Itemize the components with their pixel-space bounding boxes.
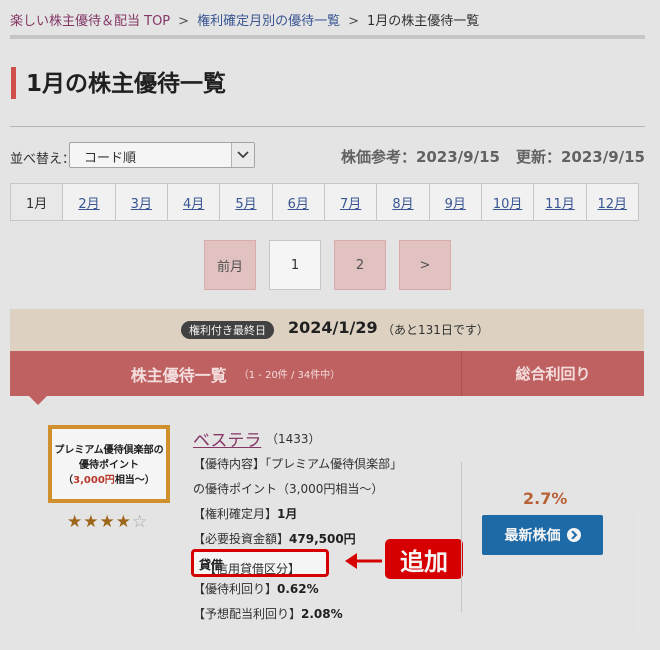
next-page-button[interactable]: > (399, 240, 451, 290)
dividend-yield-label: 【予想配当利回り】 (193, 607, 302, 621)
title-divider (10, 126, 645, 127)
total-yield-column-header[interactable]: 総合利回り (462, 351, 644, 396)
thumb-line-3: （3,000円相当～） (52, 473, 166, 488)
credit-classification-highlight: 【信用貸借区分】 貸借 (191, 549, 329, 577)
list-header-title: 株主優待一覧 (130, 365, 227, 385)
price-reference-date: 株価参考：2023/9/15 (340, 148, 500, 166)
sort-label: 並べ替え： (10, 152, 76, 167)
tab-month-9[interactable]: 9月 (428, 184, 481, 220)
breadcrumb-divider (10, 35, 645, 39)
thumb-paren-close: 相当～） (114, 475, 155, 486)
tab-month-5[interactable]: 5月 (219, 184, 272, 220)
total-yield-value: 2.7% (523, 489, 568, 508)
updated-date: 更新：2023/9/15 (515, 148, 645, 166)
tab-month-11[interactable]: 11月 (533, 184, 586, 220)
min-investment-value: 479,500円 (289, 532, 356, 546)
tab-month-2[interactable]: 2月 (62, 184, 115, 220)
tab-month-4[interactable]: 4月 (166, 184, 220, 220)
tab-month-12[interactable]: 12月 (585, 184, 638, 220)
column-divider (461, 462, 462, 612)
header-pointer (28, 395, 48, 405)
arrow-left-icon (344, 549, 384, 577)
company-code: （1433） (266, 432, 321, 446)
list-header-count: （1 - 20件 / 34件中） (238, 370, 341, 381)
breadcrumb-home-link[interactable]: 楽しい株主優待＆配当 TOP (10, 14, 170, 29)
prev-month-button[interactable]: 前月 (204, 240, 256, 290)
record-month-label: 【権利確定月】 (193, 507, 278, 521)
deadline-banner: 権利付き最終日 2024/1/29 （あと131日です） (10, 309, 644, 351)
thumb-value: 3,000円 (73, 475, 115, 486)
breadcrumb-separator: > (348, 14, 359, 29)
benefit-yield-value: 0.62% (277, 582, 319, 596)
thumb-line-1: プレミアム優待倶楽部の (54, 445, 164, 456)
dividend-yield: 【予想配当利回り】2.08% (193, 605, 343, 622)
deadline-date: 2024/1/29 (288, 318, 378, 337)
dividend-yield-value: 2.08% (301, 607, 343, 621)
sort-selected-value: コード順 (84, 151, 137, 166)
days-remaining: （あと131日です） (382, 323, 489, 337)
benefit-yield: 【優待利回り】0.62% (193, 580, 319, 597)
title-accent-bar (11, 67, 16, 99)
company-name-link[interactable]: ベステラ (193, 426, 261, 451)
month-tabs: 1月 2月 3月 4月 5月 6月 7月 8月 9月 10月 11月 12月 (10, 183, 639, 221)
breadcrumb: 楽しい株主優待＆配当 TOP > 権利確定月別の優待一覧 >1月の株主優待一覧 (10, 10, 479, 29)
record-month: 【権利確定月】1月 (193, 505, 297, 522)
latest-price-label: 最新株価 (504, 528, 561, 544)
latest-price-button[interactable]: 最新株価 (482, 515, 603, 555)
rating-stars-filled: ★★★★ (67, 512, 132, 532)
rating-stars: ★★★★☆ (67, 512, 148, 532)
breadcrumb-separator: > (178, 14, 190, 29)
benefit-yield-label: 【優待利回り】 (193, 582, 278, 596)
credit-classification-label: 【信用貸借区分】 (204, 562, 301, 576)
tab-month-7[interactable]: 7月 (323, 184, 377, 220)
thumb-paren-open: （ (63, 475, 74, 486)
benefit-thumbnail[interactable]: プレミアム優待倶楽部の 優待ポイント （3,000円相当～） (48, 425, 170, 503)
page-2-button[interactable]: 2 (334, 240, 386, 290)
price-info: 株価参考：2023/9/15 更新：2023/9/15 (325, 146, 645, 167)
benefit-content-line-1: 【優待内容】「プレミアム優待倶楽部」 (193, 457, 403, 471)
min-investment: 【必要投資金額】479,500円 (193, 530, 356, 547)
tab-month-10[interactable]: 10月 (480, 184, 534, 220)
annotation-added-label: 追加 (385, 539, 463, 579)
rating-stars-empty: ☆ (131, 512, 149, 532)
thumb-line-2: 優待ポイント (79, 460, 139, 471)
tab-month-3[interactable]: 3月 (114, 184, 167, 220)
list-header: 株主優待一覧 （1 - 20件 / 34件中） 総合利回り (10, 351, 644, 396)
page-title: 1月の株主優待一覧 (26, 71, 227, 97)
record-month-value: 1月 (277, 507, 298, 521)
page-1-button[interactable]: 1 (269, 240, 321, 290)
tab-month-8[interactable]: 8月 (376, 184, 429, 220)
chevron-down-icon (231, 143, 254, 167)
breadcrumb-current: 1月の株主優待一覧 (366, 14, 480, 29)
tab-month-1[interactable]: 1月 (11, 184, 63, 220)
tab-month-6[interactable]: 6月 (271, 184, 324, 220)
list-header-title-cell: 株主優待一覧 （1 - 20件 / 34件中） (10, 351, 461, 396)
benefit-content-line-2: の優待ポイント（3,000円相当～） (193, 482, 384, 496)
sort-select[interactable]: コード順 (69, 142, 255, 168)
breadcrumb-section-link[interactable]: 権利確定月別の優待一覧 (197, 14, 340, 29)
deadline-badge: 権利付き最終日 (181, 321, 274, 339)
credit-classification: 【信用貸借区分】 貸借 (199, 556, 300, 576)
chevron-right-icon (566, 528, 581, 542)
min-investment-label: 【必要投資金額】 (193, 532, 290, 546)
